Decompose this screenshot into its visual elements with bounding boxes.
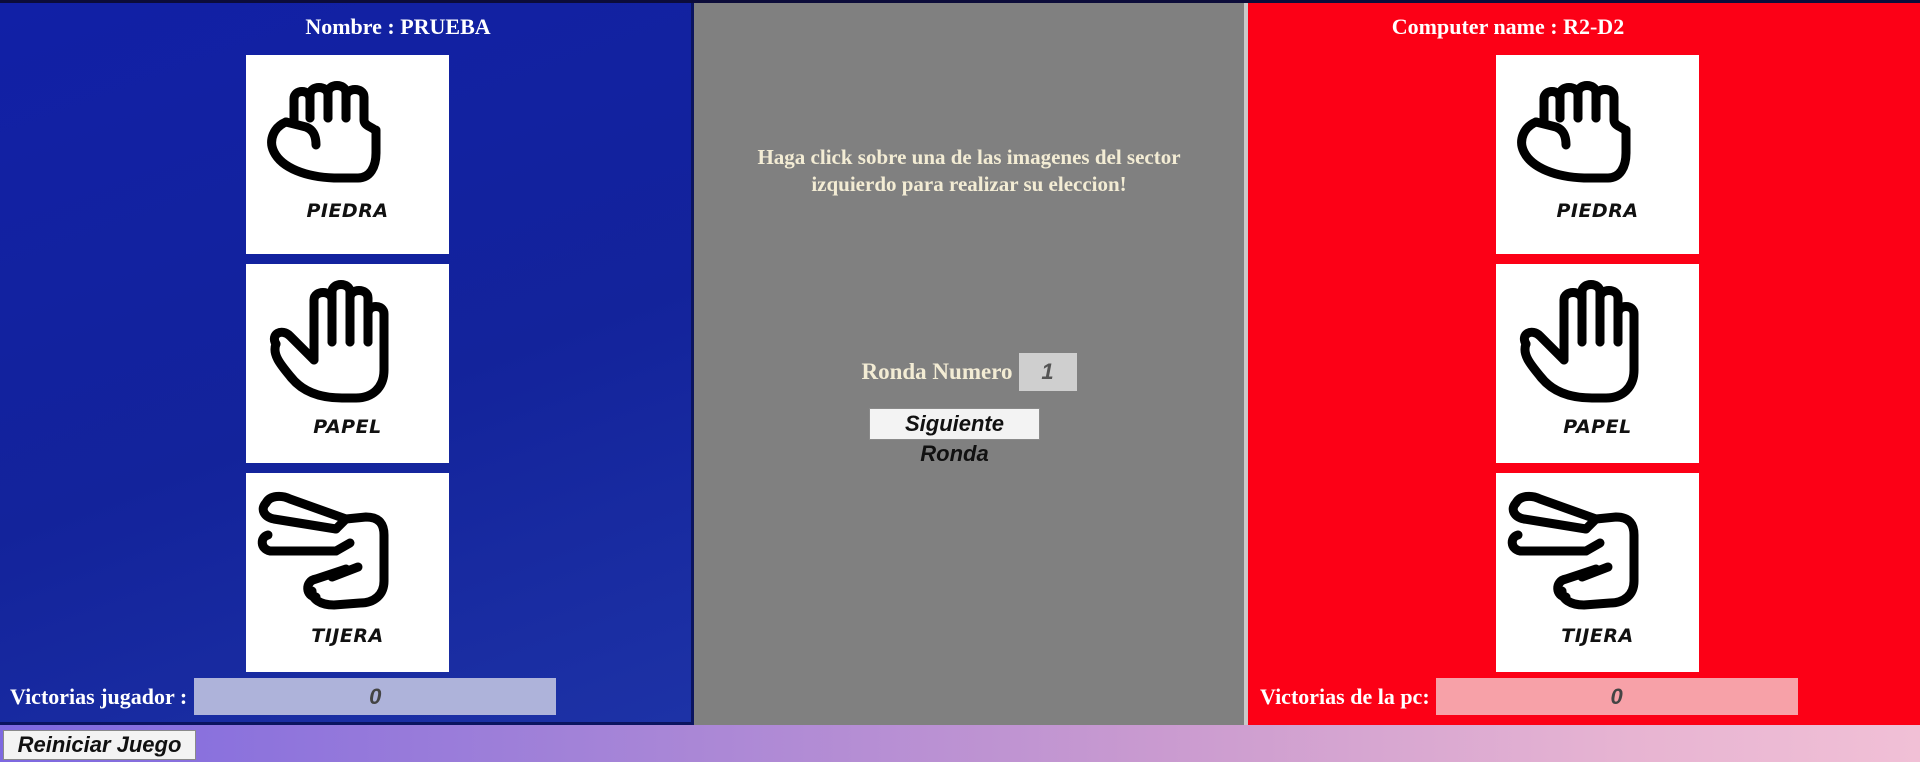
- card-label: PAPEL: [313, 416, 382, 438]
- card-label: PIEDRA: [306, 200, 389, 222]
- round-counter: Ronda Numero 1: [694, 353, 1244, 391]
- fist-icon: [1517, 81, 1631, 183]
- instruction-text: Haga click sobre una de las imagenes del…: [694, 144, 1244, 198]
- player-card-piedra[interactable]: PIEDRA: [246, 55, 449, 254]
- player-card-tijera[interactable]: TIJERA: [246, 473, 449, 672]
- card-label: PAPEL: [1563, 416, 1632, 438]
- round-number-field: 1: [1018, 353, 1077, 391]
- computer-card-piedra: PIEDRA: [1496, 55, 1699, 254]
- computer-panel: Computer name : R2-D2 PIEDRA PAPEL TIJER…: [1248, 3, 1920, 725]
- card-label: TIJERA: [311, 625, 384, 647]
- player-score-label: Victorias jugador :: [10, 683, 188, 709]
- computer-name-label: Computer name : R2-D2: [1391, 14, 1625, 39]
- computer-score-label: Victorias de la pc:: [1260, 683, 1430, 709]
- computer-score-row: Victorias de la pc: 0: [1260, 678, 1798, 715]
- instruction-line-1: Haga click sobre una de las imagenes del…: [757, 145, 1181, 169]
- next-round-button[interactable]: Siguiente Ronda: [869, 408, 1040, 466]
- computer-card-papel: PAPEL: [1496, 264, 1699, 463]
- card-label: PIEDRA: [1556, 200, 1639, 222]
- computer-card-tijera: TIJERA: [1496, 473, 1699, 672]
- player-score-row: Victorias jugador : 0: [10, 678, 557, 715]
- instruction-line-2: izquierdo para realizar su eleccion!: [811, 172, 1127, 196]
- player-score-value: 0: [194, 678, 557, 715]
- player-panel: Nombre : PRUEBA PIEDRA PAPEL TIJERA Vict…: [0, 3, 694, 725]
- footer-bar: Reiniciar Juego: [0, 725, 1920, 762]
- computer-score-value: 0: [1435, 678, 1798, 715]
- round-label: Ronda Numero: [861, 359, 1013, 384]
- card-label: TIJERA: [1561, 625, 1634, 647]
- player-card-papel[interactable]: PAPEL: [246, 264, 449, 463]
- fist-icon: [267, 81, 381, 183]
- reset-game-button[interactable]: Reiniciar Juego: [3, 730, 196, 760]
- round-panel: Haga click sobre una de las imagenes del…: [694, 3, 1248, 725]
- player-name-label: Nombre : PRUEBA: [305, 14, 491, 39]
